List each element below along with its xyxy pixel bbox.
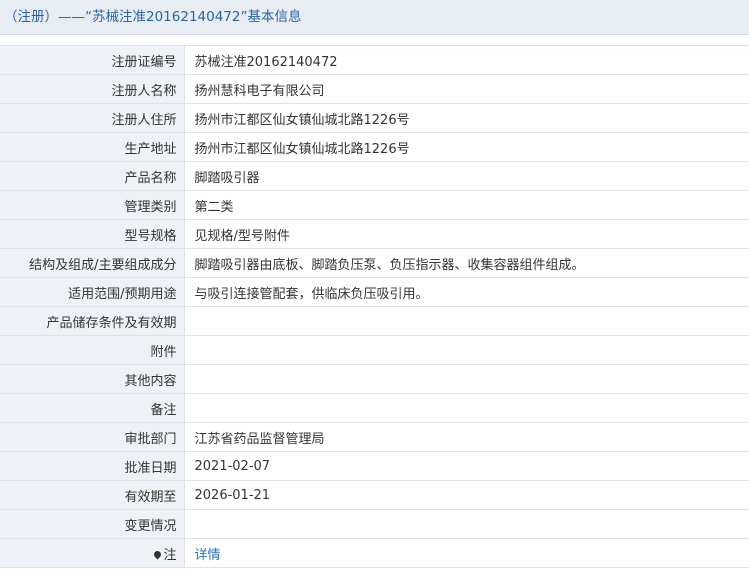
row-value: 脚踏吸引器 — [184, 161, 749, 191]
row-label: 附件 — [0, 335, 185, 365]
header-spacer — [0, 35, 749, 45]
row-value: 扬州市江都区仙女镇仙城北路1226号 — [184, 132, 749, 162]
row-label: 有效期至 — [0, 480, 185, 510]
row-label: 变更情况 — [0, 509, 185, 539]
row-value — [184, 393, 749, 423]
row-label: 注册人住所 — [0, 103, 185, 133]
row-value — [184, 335, 749, 365]
row-value: 脚踏吸引器由底板、脚踏负压泵、负压指示器、收集容器组件组成。 — [184, 248, 749, 278]
table-row: 批准日期 2021-02-07 — [0, 451, 749, 481]
table-row: 结构及组成/主要组成成分 脚踏吸引器由底板、脚踏负压泵、负压指示器、收集容器组件… — [0, 248, 749, 278]
table-row: 注册人名称 扬州慧科电子有限公司 — [0, 74, 749, 104]
table-row: 注册证编号 苏械注准20162140472 — [0, 45, 749, 75]
row-label: 产品储存条件及有效期 — [0, 306, 185, 336]
table-row: 产品储存条件及有效期 — [0, 306, 749, 336]
row-label: 适用范围/预期用途 — [0, 277, 185, 307]
note-label-text: 注 — [163, 547, 177, 563]
table-row: 其他内容 — [0, 364, 749, 394]
row-value — [184, 364, 749, 394]
row-value: 2021-02-07 — [184, 451, 749, 481]
table-row: 附件 — [0, 335, 749, 365]
row-label: 生产地址 — [0, 132, 185, 162]
row-label: 管理类别 — [0, 190, 185, 220]
table-row: 注册人住所 扬州市江都区仙女镇仙城北路1226号 — [0, 103, 749, 133]
row-label: 型号规格 — [0, 219, 185, 249]
row-value — [184, 306, 749, 336]
row-value: 与吸引连接管配套，供临床负压吸引用。 — [184, 277, 749, 307]
row-label: 注册证编号 — [0, 45, 185, 75]
pin-icon — [153, 549, 163, 559]
table-row: 审批部门 江苏省药品监督管理局 — [0, 422, 749, 452]
table-row: 生产地址 扬州市江都区仙女镇仙城北路1226号 — [0, 132, 749, 162]
table-row: 有效期至 2026-01-21 — [0, 480, 749, 510]
row-label: 产品名称 — [0, 161, 185, 191]
row-value: 第二类 — [184, 190, 749, 220]
table-row: 管理类别 第二类 — [0, 190, 749, 220]
table-row: 变更情况 — [0, 509, 749, 539]
row-value: 2026-01-21 — [184, 480, 749, 510]
row-value: 扬州慧科电子有限公司 — [184, 74, 749, 104]
row-label: 审批部门 — [0, 422, 185, 452]
table-row: 型号规格 见规格/型号附件 — [0, 219, 749, 249]
row-label: 结构及组成/主要组成成分 — [0, 248, 185, 278]
registration-info-table: 注册证编号 苏械注准20162140472 注册人名称 扬州慧科电子有限公司 注… — [0, 45, 749, 568]
note-label: 注 — [0, 538, 185, 568]
row-value: 见规格/型号附件 — [184, 219, 749, 249]
row-value: 苏械注准20162140472 — [184, 45, 749, 75]
row-value: 江苏省药品监督管理局 — [184, 422, 749, 452]
row-label: 批准日期 — [0, 451, 185, 481]
note-row: 注 详情 — [0, 538, 749, 568]
row-value: 扬州市江都区仙女镇仙城北路1226号 — [184, 103, 749, 133]
row-label: 注册人名称 — [0, 74, 185, 104]
page-title: （注册）——“苏械注准20162140472”基本信息 — [0, 0, 749, 35]
row-label: 备注 — [0, 393, 185, 423]
table-row: 备注 — [0, 393, 749, 423]
details-link[interactable]: 详情 — [184, 538, 749, 568]
table-row: 产品名称 脚踏吸引器 — [0, 161, 749, 191]
row-value — [184, 509, 749, 539]
row-label: 其他内容 — [0, 364, 185, 394]
table-row: 适用范围/预期用途 与吸引连接管配套，供临床负压吸引用。 — [0, 277, 749, 307]
